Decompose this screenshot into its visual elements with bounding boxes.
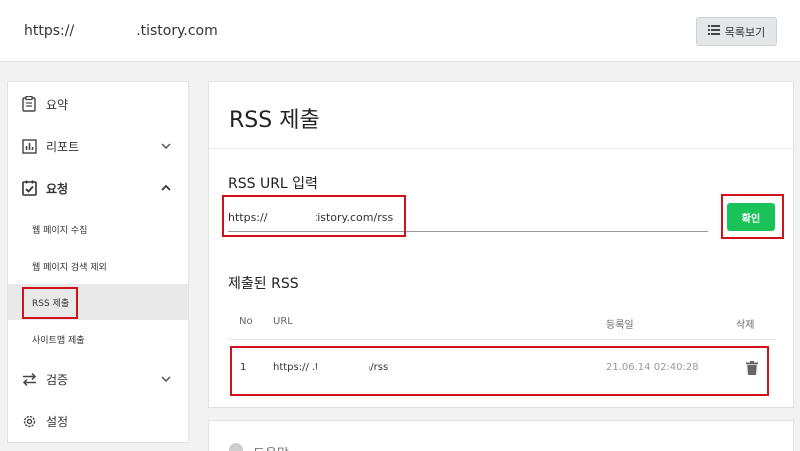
sidebar-item-label: 요약 — [46, 97, 69, 112]
sidebar-subitem-web-page-collect[interactable]: 웹 페이지 수집 — [8, 211, 188, 247]
sidebar-subitem-label: 사이트맵 제출 — [32, 335, 85, 346]
table-header-divider — [228, 339, 776, 340]
highlight-box-url-input — [222, 195, 406, 237]
chevron-down-icon — [161, 376, 171, 383]
highlight-box-rss-menu — [22, 287, 78, 319]
site-url-suffix: .tistory.com — [136, 23, 218, 39]
verify-arrows-icon — [21, 371, 37, 387]
highlight-box-confirm — [721, 194, 784, 239]
sidebar-subitem-web-page-exclude[interactable]: 웹 페이지 검색 제외 — [8, 248, 188, 284]
sidebar-item-summary[interactable]: 요약 — [8, 86, 188, 122]
column-header-delete: 삭제 — [736, 320, 755, 331]
redaction-mask — [74, 21, 137, 35]
sidebar-subitem-sitemap-submit[interactable]: 사이트맵 제출 — [8, 321, 188, 357]
gear-icon — [21, 413, 37, 429]
help-label: 도움말 — [253, 443, 289, 451]
help-circle-icon — [229, 443, 243, 451]
sidebar-subitem-label: 웹 페이지 수집 — [32, 225, 88, 236]
page-title: RSS 제출 — [229, 108, 320, 133]
site-url: https:// .tistory.com — [24, 21, 218, 39]
sidebar-item-label: 리포트 — [46, 139, 80, 154]
site-url-prefix: https:// — [24, 23, 75, 39]
sidebar-item-label: 요청 — [46, 181, 69, 196]
sidebar-item-label: 설정 — [46, 414, 69, 429]
help-card[interactable]: 도움말 — [208, 420, 794, 451]
column-header-date: 등록일 — [606, 320, 634, 331]
sidebar-item-report[interactable]: 리포트 — [8, 128, 188, 164]
column-header-url: URL — [273, 316, 293, 327]
column-header-no: No — [239, 316, 253, 327]
sidebar-item-settings[interactable]: 설정 — [8, 403, 188, 439]
top-bar: https:// .tistory.com 목록보기 — [0, 0, 800, 62]
request-check-icon — [21, 180, 37, 196]
list-view-label: 목록보기 — [724, 25, 766, 39]
summary-icon — [21, 96, 37, 112]
sidebar-item-label: 검증 — [46, 372, 69, 387]
list-view-button[interactable]: 목록보기 — [696, 17, 777, 46]
list-icon — [707, 25, 720, 38]
submitted-rss-title: 제출된 RSS — [228, 276, 299, 292]
report-icon — [21, 138, 37, 154]
chevron-up-icon — [161, 184, 171, 191]
sidebar-item-request[interactable]: 요청 — [8, 170, 188, 206]
rss-url-input-label: RSS URL 입력 — [228, 176, 318, 192]
highlight-box-submitted-row — [230, 346, 769, 396]
sidebar-subitem-label: 웹 페이지 검색 제외 — [32, 262, 107, 273]
page-header: RSS 제출 — [208, 81, 794, 149]
chevron-down-icon — [161, 143, 171, 150]
sidebar-item-verify[interactable]: 검증 — [8, 361, 188, 397]
sidebar: 요약 리포트 요청 웹 페이지 수집 웹 페이지 검색 제외 RSS 제출 사이… — [7, 81, 189, 443]
